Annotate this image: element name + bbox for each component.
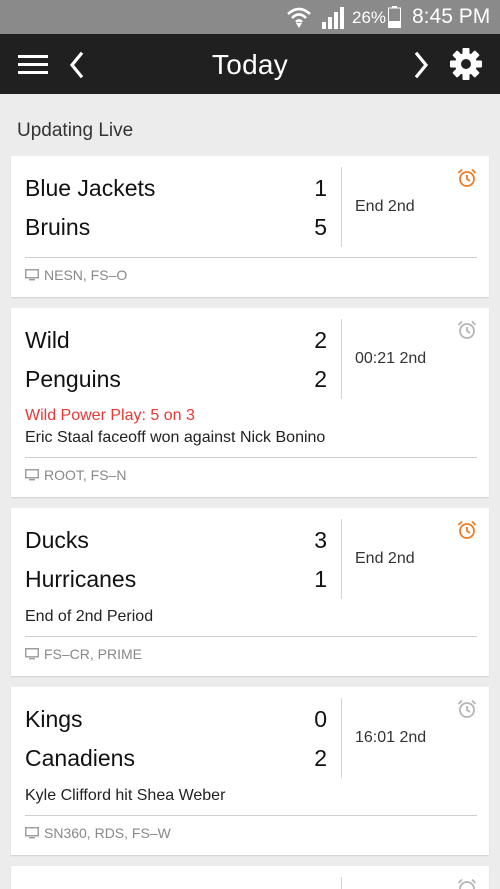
wifi-icon [287,7,311,28]
game-period: 00:21 2nd [355,350,427,367]
home-team-score: 1 [314,566,327,592]
game-period: 16:01 2nd [355,729,427,746]
tv-icon [25,827,39,839]
tv-broadcast-row: NESN, FS–O [25,267,127,283]
last-play-text: Eric Staal faceoff won against Nick Boni… [25,429,326,446]
tv-icon [25,469,39,481]
alarm-clock-icon-inactive[interactable] [457,699,477,719]
home-team-name: Hurricanes [25,566,137,592]
home-team-name: Bruins [25,214,91,240]
tv-icon [25,648,39,660]
alarm-clock-icon-inactive[interactable] [457,878,477,889]
divider [341,519,342,599]
divider [25,815,477,816]
away-team-score: 0 [314,706,327,732]
power-play-alert: Wild Power Play: 5 on 3 [25,407,195,424]
divider [25,636,477,637]
last-play-text: End of 2nd Period [25,608,154,625]
away-team-name: Blue Jackets [25,175,156,201]
game-card[interactable] [11,866,489,889]
last-play-text: Kyle Clifford hit Shea Weber [25,787,226,804]
away-team-score: 2 [314,327,327,353]
away-team-name: Wild [25,327,70,353]
status-clock: 8:45 PM [412,5,491,28]
game-card[interactable]: Kings 0 Canadiens 2 16:01 2nd Kyle Cliff… [11,687,489,855]
alarm-clock-icon-active[interactable] [457,520,477,540]
home-team-score: 5 [314,214,327,240]
home-team-name: Penguins [25,366,121,392]
away-team-name: Kings [25,706,83,732]
battery-percent: 26% [352,8,387,27]
tv-networks: NESN, FS–O [44,267,128,283]
alarm-clock-icon-active[interactable] [457,168,477,188]
divider [25,457,477,458]
alarm-clock-icon-inactive[interactable] [457,320,477,340]
tv-networks: FS–CR, PRIME [44,646,143,662]
divider [341,167,342,247]
game-period: End 2nd [355,550,415,567]
battery-icon [388,6,401,28]
cell-signal-icon [322,7,344,29]
status-bar: 26% 8:45 PM [0,0,500,34]
game-card[interactable]: Blue Jackets 1 Bruins 5 End 2nd NESN, FS… [11,156,489,297]
chevron-right-icon[interactable] [410,50,432,80]
away-team-score: 3 [314,527,327,553]
divider [25,257,477,258]
tv-broadcast-row: FS–CR, PRIME [25,646,142,662]
tv-networks: ROOT, FS–N [44,467,127,483]
tv-broadcast-row: ROOT, FS–N [25,467,126,483]
tv-broadcast-row: SN360, RDS, FS–W [25,825,171,841]
section-label: Updating Live [17,120,134,141]
tv-icon [25,269,39,281]
game-period: End 2nd [355,198,415,215]
divider [341,877,342,889]
game-card[interactable]: Ducks 3 Hurricanes 1 End 2nd End of 2nd … [11,508,489,676]
home-team-score: 2 [314,366,327,392]
away-team-score: 1 [314,175,327,201]
home-team-name: Canadiens [25,745,135,771]
game-card[interactable]: Wild 2 Penguins 2 00:21 2nd Wild Power P… [11,308,489,497]
tv-networks: SN360, RDS, FS–W [44,825,171,841]
home-team-score: 2 [314,745,327,771]
away-team-name: Ducks [25,527,89,553]
divider [341,698,342,778]
divider [341,319,342,399]
gear-icon[interactable] [448,46,484,82]
app-bar: Today [0,34,500,94]
